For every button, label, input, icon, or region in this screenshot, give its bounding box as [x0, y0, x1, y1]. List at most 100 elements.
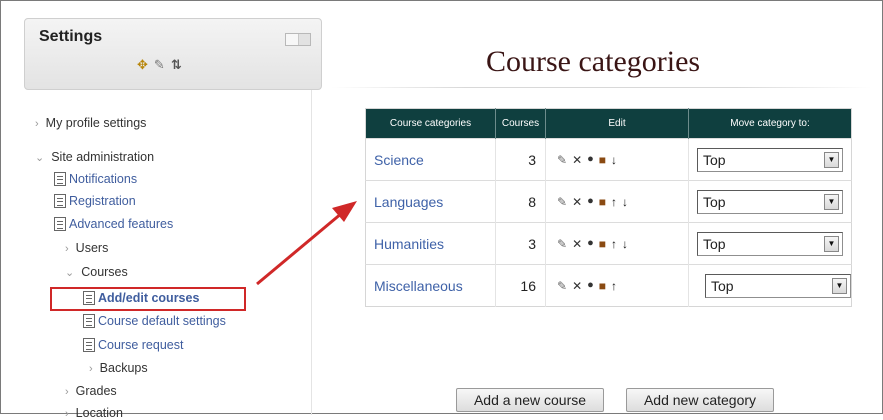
settings-title: Settings [39, 28, 103, 45]
tree-item-course-request[interactable]: Course request [83, 338, 183, 352]
tree-item-backups[interactable]: › Backups [89, 361, 148, 375]
category-link[interactable]: Humanities [374, 236, 444, 252]
caret-right-icon: › [89, 363, 93, 375]
dropdown-arrow-icon[interactable]: ▼ [824, 235, 839, 252]
move-up-icon[interactable]: ↑ [611, 280, 617, 292]
dropdown-arrow-icon[interactable]: ▼ [824, 151, 839, 168]
move-down-icon[interactable]: ↓ [611, 154, 617, 166]
tree-item-site-admin[interactable]: ⌄ Site administration [35, 150, 154, 164]
delete-icon[interactable]: ✕ [572, 280, 582, 292]
course-count: 16 [495, 264, 546, 307]
document-icon [54, 217, 66, 231]
edit-icon[interactable]: ✎ [557, 238, 567, 250]
edit-icon[interactable]: ✎ [154, 57, 165, 73]
add-new-course-button[interactable]: Add a new course [456, 388, 604, 412]
caret-right-icon: › [65, 243, 69, 255]
document-icon [83, 338, 95, 352]
tree-item-location[interactable]: › Location [65, 406, 123, 420]
course-request-link[interactable]: Course request [98, 338, 183, 352]
category-link[interactable]: Languages [374, 194, 443, 210]
table-header-row: Course categories Courses Edit Move cate… [365, 108, 852, 139]
move-category-select[interactable]: Top ▼ [697, 147, 843, 172]
hide-icon[interactable]: ● [587, 238, 594, 249]
move-down-icon[interactable]: ↓ [622, 196, 628, 208]
edit-icon[interactable]: ✎ [557, 154, 567, 166]
tree-item-label: Users [75, 241, 109, 255]
document-icon [83, 314, 95, 328]
move-category-select[interactable]: Top ▼ [705, 273, 851, 298]
hide-icon[interactable]: ● [587, 154, 594, 165]
delete-icon[interactable]: ✕ [572, 196, 582, 208]
delete-icon[interactable]: ✕ [572, 154, 582, 166]
course-count: 8 [495, 180, 546, 223]
move-updown-icon[interactable]: ⇅ [171, 57, 182, 73]
category-link[interactable]: Miscellaneous [374, 278, 463, 294]
dock-block-icon[interactable] [285, 33, 311, 46]
edit-actions: ✎ ✕ ● ■ ↑ ↓ [557, 238, 688, 250]
tree-item-label: Location [75, 406, 123, 420]
column-header-categories: Course categories [365, 108, 496, 139]
tree-item-advanced-features[interactable]: Advanced features [54, 217, 173, 231]
hide-icon[interactable]: ● [587, 280, 594, 291]
select-value: Top [703, 193, 726, 210]
tree-item-label: My profile settings [45, 116, 147, 130]
select-value: Top [711, 277, 734, 294]
edit-icon[interactable]: ✎ [557, 196, 567, 208]
course-count: 3 [495, 222, 546, 265]
edit-icon[interactable]: ✎ [557, 280, 567, 292]
table-row: Science 3 ✎ ✕ ● ■ ↓ Top ▼ [365, 138, 852, 181]
tree-item-users[interactable]: › Users [65, 241, 108, 255]
move-category-select[interactable]: Top ▼ [697, 189, 843, 214]
tree-item-course-default-settings[interactable]: Course default settings [83, 314, 226, 328]
sidebar-divider [311, 90, 312, 415]
dropdown-arrow-icon[interactable]: ▼ [832, 277, 847, 294]
notifications-link[interactable]: Notifications [69, 172, 137, 186]
annotation-highlight-box [50, 287, 246, 311]
edit-actions: ✎ ✕ ● ■ ↑ ↓ [557, 196, 688, 208]
course-count: 3 [495, 138, 546, 181]
tree-item-registration[interactable]: Registration [54, 194, 136, 208]
caret-down-icon: ⌄ [65, 267, 75, 279]
tree-item-label: Grades [75, 384, 117, 398]
document-icon [54, 194, 66, 208]
document-icon [54, 172, 66, 186]
edit-actions: ✎ ✕ ● ■ ↑ [557, 280, 688, 292]
roles-icon[interactable]: ■ [599, 196, 606, 208]
move-up-icon[interactable]: ↑ [611, 238, 617, 250]
caret-down-icon: ⌄ [35, 152, 45, 164]
page-title: Course categories [486, 45, 701, 78]
select-value: Top [703, 235, 726, 252]
category-link[interactable]: Science [374, 152, 424, 168]
table-row: Humanities 3 ✎ ✕ ● ■ ↑ ↓ Top ▼ [365, 222, 852, 265]
edit-actions: ✎ ✕ ● ■ ↓ [557, 154, 688, 166]
annotation-arrow-head [332, 201, 357, 222]
move-category-select[interactable]: Top ▼ [697, 231, 843, 256]
course-categories-table: Course categories Courses Edit Move cate… [365, 108, 852, 307]
move-down-icon[interactable]: ↓ [622, 238, 628, 250]
column-header-move: Move category to: [688, 108, 852, 139]
select-value: Top [703, 151, 726, 168]
tree-item-my-profile[interactable]: › My profile settings [35, 116, 146, 130]
add-new-category-button[interactable]: Add new category [626, 388, 774, 412]
title-divider [331, 87, 871, 88]
table-row: Miscellaneous 16 ✎ ✕ ● ■ ↑ Top ▼ [365, 264, 852, 307]
delete-icon[interactable]: ✕ [572, 238, 582, 250]
caret-right-icon: › [65, 408, 69, 420]
tree-item-grades[interactable]: › Grades [65, 384, 117, 398]
move-up-icon[interactable]: ↑ [611, 196, 617, 208]
course-default-settings-link[interactable]: Course default settings [98, 314, 226, 328]
caret-right-icon: › [65, 386, 69, 398]
roles-icon[interactable]: ■ [599, 154, 606, 166]
hide-icon[interactable]: ● [587, 196, 594, 207]
tree-item-courses[interactable]: ⌄ Courses [65, 265, 128, 279]
roles-icon[interactable]: ■ [599, 280, 606, 292]
tree-item-notifications[interactable]: Notifications [54, 172, 137, 186]
advanced-features-link[interactable]: Advanced features [69, 217, 173, 231]
tree-item-label: Site administration [51, 150, 155, 164]
dropdown-arrow-icon[interactable]: ▼ [824, 193, 839, 210]
move-icon[interactable]: ✥ [137, 57, 148, 73]
annotation-arrow-line [256, 211, 343, 286]
roles-icon[interactable]: ■ [599, 238, 606, 250]
tree-item-label: Backups [99, 361, 148, 375]
registration-link[interactable]: Registration [69, 194, 136, 208]
